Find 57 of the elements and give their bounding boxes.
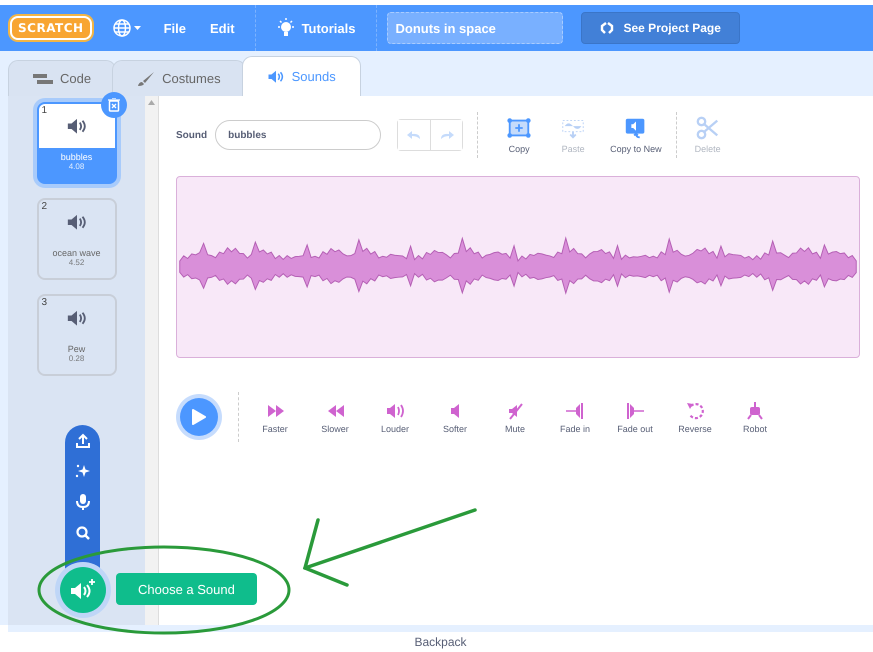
fade-in-icon	[564, 400, 586, 420]
search-icon	[74, 525, 90, 541]
sound-duration: 4.08	[68, 162, 84, 171]
speaker-icon	[266, 70, 285, 84]
speaker-icon	[66, 310, 88, 326]
lightbulb-icon	[276, 18, 296, 38]
play-button[interactable]	[180, 398, 218, 436]
effect-button[interactable]: Faster	[245, 400, 305, 434]
sound-name: Pew	[68, 344, 86, 354]
copy-button[interactable]: Copy	[492, 116, 546, 154]
sound-number: 3	[42, 297, 48, 308]
scroll-up-icon[interactable]	[148, 100, 155, 105]
sound-label: Sound	[176, 130, 208, 140]
microphone-icon	[76, 493, 90, 511]
globe-icon[interactable]	[112, 18, 142, 38]
arrows-icon	[600, 22, 614, 34]
sound-duration: 0.28	[68, 354, 84, 363]
search-button[interactable]	[74, 525, 90, 541]
effect-button[interactable]: Fade in	[545, 400, 605, 434]
speaker-icon	[66, 118, 88, 134]
effect-button[interactable]: Fade out	[605, 400, 665, 434]
sound-name-field[interactable]: bubbles	[215, 120, 382, 150]
fade-out-icon	[624, 400, 646, 420]
backpack-label[interactable]: Backpack	[414, 635, 467, 649]
code-blocks-icon	[33, 72, 53, 84]
upload-icon	[74, 433, 90, 449]
sound-tile[interactable]: 2 ocean wave 4.52	[36, 198, 116, 280]
sound-duration: 4.52	[68, 258, 84, 267]
effect-button[interactable]: Louder	[365, 400, 425, 434]
effect-button[interactable]: Softer	[425, 400, 485, 434]
undo-icon	[407, 130, 422, 140]
sound-name: ocean wave	[52, 248, 101, 258]
effect-button[interactable]: Slower	[305, 400, 365, 434]
effect-button[interactable]: Reverse	[665, 400, 725, 434]
brush-icon	[137, 72, 156, 86]
upload-button[interactable]	[74, 433, 90, 449]
redo-icon	[440, 130, 454, 140]
play-icon	[192, 409, 206, 425]
sparkle-icon	[74, 463, 90, 479]
reverse-icon	[684, 400, 706, 420]
editor-tab[interactable]: Code	[8, 60, 116, 96]
see-project-page-button[interactable]: See Project Page	[580, 12, 740, 44]
copy-new-button[interactable]: Copy to New	[600, 116, 672, 154]
sound-tile[interactable]: 3 Pew 0.28	[36, 294, 116, 376]
surprise-button[interactable]	[74, 463, 90, 479]
speaker-plus-icon	[70, 579, 96, 601]
choose-sound-button[interactable]	[60, 567, 106, 613]
effect-button[interactable]: Robot	[725, 400, 785, 434]
sound-number: 1	[42, 105, 48, 116]
record-button[interactable]	[76, 493, 90, 511]
trash-icon	[108, 98, 120, 112]
sound-name: bubbles	[60, 152, 92, 162]
effect-button[interactable]: Mute	[485, 400, 545, 434]
sound-number: 2	[42, 201, 48, 212]
speaker-icon	[66, 214, 88, 230]
delete-icon	[694, 116, 721, 140]
choose-sound-tooltip: Choose a Sound	[116, 573, 257, 605]
